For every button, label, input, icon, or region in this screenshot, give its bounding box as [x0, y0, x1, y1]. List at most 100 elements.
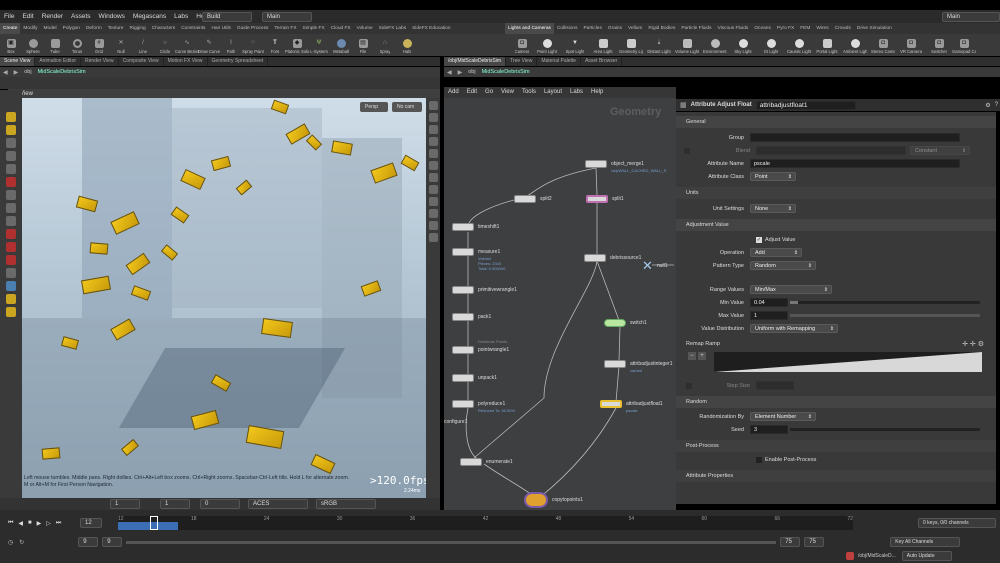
timeline-track[interactable]: 12 18 24 30 36 42 48 54 60 66 72 [118, 516, 853, 530]
sphere-tool[interactable]: Sphere [22, 37, 44, 54]
range-slider[interactable] [126, 540, 777, 544]
shelf-tab[interactable]: Volume [354, 23, 376, 34]
randomization-dropdown[interactable]: Element Number [750, 412, 816, 421]
operation-dropdown[interactable]: Add [750, 248, 802, 257]
move-tool-icon[interactable] [6, 125, 16, 135]
node-split2[interactable]: split2 [514, 195, 552, 203]
shelf-tab[interactable]: Vellum [625, 23, 645, 34]
brush-icon[interactable] [6, 294, 16, 304]
font-tool[interactable]: T Font [264, 37, 286, 54]
shelf-tab[interactable]: Create [0, 23, 21, 34]
node-pointwrangle1[interactable]: pointwrangle1 Distribute Points [452, 339, 509, 354]
platonic-tool[interactable]: ◆Platonic Solids [285, 37, 309, 54]
node-name-field[interactable]: attribadjustfloat1 [755, 100, 856, 110]
box-tool[interactable]: ▣ Box [0, 37, 22, 54]
forward-arrow-icon[interactable]: ▶ [455, 69, 466, 76]
menu-labs[interactable]: Labs [170, 10, 192, 23]
shelf-tab[interactable]: SideFX Labs [376, 23, 409, 34]
ocio-space-dropdown[interactable]: sRGB [316, 499, 376, 509]
tab-render-view[interactable]: Render View [81, 57, 119, 66]
shelf-tab[interactable]: Polygon [60, 23, 83, 34]
draw-curve-tool[interactable]: ✎ Draw Curve [198, 37, 220, 54]
tab-animation-editor[interactable]: Animation Editor [35, 57, 82, 66]
value-distribution-dropdown[interactable]: Uniform with Remapping [750, 324, 838, 333]
display-option-icon[interactable] [428, 197, 438, 206]
general-section[interactable]: General [676, 116, 996, 128]
plus-icon[interactable]: + [698, 352, 706, 360]
key-all-channels-button[interactable]: Key All Channels [890, 537, 961, 547]
node-primitivewrangle1[interactable]: primitivewrangle1 [452, 286, 517, 294]
frame-field[interactable]: 0 [200, 499, 240, 509]
menu-render[interactable]: Render [38, 10, 67, 23]
net-menu-help[interactable]: Help [587, 87, 607, 98]
spray-tool[interactable]: ∴ Spray [374, 37, 396, 54]
scale-tool-icon[interactable] [6, 151, 16, 161]
rotate-tool-icon[interactable] [6, 138, 16, 148]
net-menu-tools[interactable]: Tools [518, 87, 540, 98]
end-frame-field-2[interactable]: 75 [804, 537, 825, 547]
jump-end-icon[interactable]: ⏭ [56, 520, 61, 527]
shelf-tab[interactable]: Deform [83, 23, 105, 34]
node-copytopoints1[interactable]: copytopoints1 [524, 492, 583, 508]
shelf-tab[interactable]: Drive Simulation [854, 23, 895, 34]
display-option-icon[interactable] [428, 221, 438, 230]
shelf-tab[interactable]: Modify [20, 23, 40, 34]
node-box[interactable] [524, 492, 548, 508]
random-section[interactable]: Random [676, 396, 996, 408]
menu-edit[interactable]: Edit [18, 10, 37, 23]
play-icon[interactable]: ▶ [37, 520, 42, 527]
pattern-type-dropdown[interactable]: Random [750, 261, 816, 270]
node-enumerate1[interactable]: enumerate1 [460, 458, 513, 466]
node-attribadjustfloat1[interactable]: attribadjustfloat1 pscale [600, 400, 663, 413]
menu-windows[interactable]: Windows [95, 10, 129, 23]
tab-tree-view[interactable]: Tree View [506, 57, 538, 66]
shelf-tab[interactable]: Model [41, 23, 60, 34]
shelf-tab[interactable]: Wires [813, 23, 831, 34]
current-frame-field[interactable]: 12 [80, 518, 102, 528]
shelf-tab[interactable]: Hair Utils [208, 23, 233, 34]
caustic-light-tool[interactable]: Caustic Light [785, 37, 813, 54]
back-arrow-icon[interactable]: ◀ [444, 69, 455, 76]
node-box[interactable] [585, 160, 607, 168]
shelf-tab[interactable]: Texture [105, 23, 127, 34]
node-box[interactable] [452, 248, 474, 256]
blend-mode-dropdown[interactable]: Constant [910, 146, 970, 155]
ambient-light-tool[interactable]: Ambient Light [841, 37, 869, 54]
path-obj[interactable]: obj [465, 69, 478, 75]
tab-asset-browser[interactable]: Asset Browser [581, 57, 623, 66]
enable-postprocess-checkbox[interactable] [756, 456, 762, 463]
shelf-tab[interactable]: Rigging [126, 23, 148, 34]
shelf-tab[interactable]: Rigid Bodies [645, 23, 678, 34]
display-option-icon[interactable] [428, 125, 438, 134]
step-forward-icon[interactable]: ▷ [46, 520, 51, 527]
node-box[interactable] [452, 223, 474, 231]
tab-network-view[interactable]: /obj/MidScaleDebrisSim [444, 57, 507, 66]
net-menu-go[interactable]: Go [481, 87, 497, 98]
node-box[interactable] [586, 195, 608, 203]
loop-icon[interactable]: ↻ [19, 539, 24, 546]
node-box[interactable] [452, 400, 474, 408]
menu-megascans[interactable]: Megascans [129, 10, 170, 23]
shelf-tab[interactable]: Grains [605, 23, 625, 34]
step-back-icon[interactable]: ◀ [18, 520, 23, 527]
tube-tool[interactable]: Tube [44, 37, 66, 54]
node-pack1[interactable]: pack1 [452, 313, 491, 321]
path-tool[interactable]: ⌇ Path [220, 37, 242, 54]
geometry-light-tool[interactable]: Geometry Light [617, 37, 645, 54]
node-null1[interactable]: ✕ null1 [642, 259, 668, 272]
node-box[interactable] [460, 458, 482, 466]
tab-composite-view[interactable]: Composite View [119, 57, 164, 66]
node-attribadjustinteger1[interactable]: attribadjustinteger1 variant [604, 360, 673, 373]
attribute-class-dropdown[interactable]: Point [750, 172, 796, 181]
display-option-icon[interactable] [428, 185, 438, 194]
torus-tool[interactable]: Torus [66, 37, 88, 54]
display-option-icon[interactable] [428, 149, 438, 158]
frame-field[interactable]: 1 [110, 499, 140, 509]
group-field[interactable] [750, 133, 960, 142]
tab-geometry-spreadsheet[interactable]: Geometry Spreadsheet [208, 57, 269, 66]
attribute-properties-section[interactable]: Attribute Properties [676, 470, 996, 482]
point-light-tool[interactable]: Point Light [533, 37, 561, 54]
node-object-merge1[interactable]: object_merge1/obj/WALL_CACHED_WALL_S [585, 160, 666, 173]
area-light-tool[interactable]: Area Light [589, 37, 617, 54]
ocio-view-dropdown[interactable]: ACES [248, 499, 308, 509]
